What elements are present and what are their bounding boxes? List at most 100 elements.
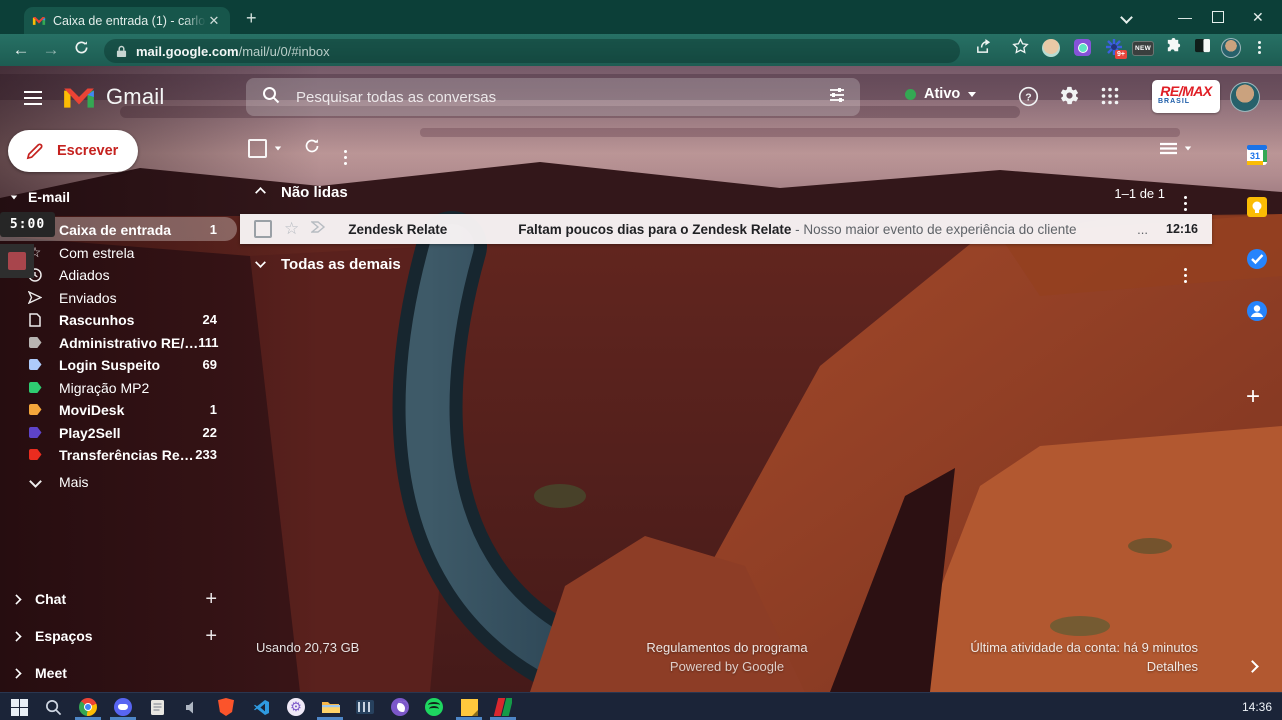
new-chat-button[interactable]: + (205, 588, 217, 611)
extension-new-icon[interactable]: NEW (1132, 41, 1155, 56)
sidebar-item-snoozed[interactable]: Adiados (0, 263, 237, 286)
volume-icon[interactable] (181, 696, 203, 718)
status-green-dot (905, 88, 916, 100)
email-section-header[interactable]: E-mail (10, 189, 70, 205)
side-panel-collapse-chevron-icon[interactable] (1246, 658, 1259, 676)
spaces-section[interactable]: Espaços + (0, 625, 237, 647)
chevron-down-icon (255, 257, 266, 268)
remax-logo-subtext: BRASIL (1158, 98, 1191, 105)
red-green-stripes-app-icon[interactable] (492, 696, 514, 718)
chat-label: Chat (35, 591, 67, 607)
side-panel-icon[interactable] (1194, 38, 1211, 53)
sidebar-item-label-administrativo[interactable]: Administrativo RE/… 111 (0, 331, 237, 354)
brave-icon[interactable] (215, 696, 237, 718)
tab-close-icon[interactable]: ✕ (206, 13, 222, 29)
tasks-icon[interactable] (1246, 248, 1268, 270)
settings-gear-icon[interactable] (1059, 85, 1080, 112)
moon-app-icon[interactable] (389, 696, 411, 718)
refresh-icon[interactable] (304, 138, 320, 159)
more-options-icon[interactable] (344, 140, 347, 158)
extensions-puzzle-icon[interactable] (1165, 38, 1182, 55)
settings-app-icon[interactable]: ⚙ (285, 696, 307, 718)
sidebar-item-label-play2sell[interactable]: Play2Sell 22 (0, 421, 237, 444)
sidebar-item-starred[interactable]: ☆ Com estrela (0, 241, 237, 264)
sidebar-item-more[interactable]: Mais (0, 470, 237, 493)
select-all-checkbox[interactable] (248, 139, 267, 158)
email-row[interactable]: ☆ Zendesk Relate Faltam poucos dias para… (240, 214, 1212, 244)
collapse-caret-icon (10, 195, 18, 199)
screen-recorder-stop-button[interactable] (0, 244, 34, 278)
sidebar-item-label-movidesk[interactable]: MoviDesk 1 (0, 398, 237, 421)
search-input[interactable] (294, 87, 828, 107)
chevron-up-icon (255, 187, 266, 198)
extension-camera-icon[interactable] (1074, 39, 1091, 56)
activity-details-link[interactable]: Detalhes (898, 659, 1198, 674)
chevron-right-icon (11, 667, 22, 679)
new-tab-button[interactable]: + (246, 8, 257, 29)
taskbar-search-icon[interactable] (42, 696, 64, 718)
sidebar-item-sent[interactable]: Enviados (0, 286, 237, 309)
spotify-icon[interactable] (423, 696, 445, 718)
windows-start-icon[interactable] (8, 696, 30, 718)
get-addons-plus-icon[interactable]: + (1246, 383, 1260, 411)
section-more-icon[interactable] (1184, 258, 1187, 276)
forward-button[interactable]: → (36, 40, 66, 60)
file-explorer-icon[interactable] (319, 696, 341, 718)
sidebar-item-label-login-suspeito[interactable]: Login Suspeito 69 (0, 353, 237, 376)
sidebar-item-drafts[interactable]: Rascunhos 24 (0, 308, 237, 331)
discord-icon[interactable] (112, 696, 134, 718)
window-restore-button[interactable] (1212, 0, 1224, 34)
extension-pinwheel-icon[interactable]: 9+ (1105, 38, 1127, 59)
status-chip[interactable]: Ativo (905, 86, 977, 102)
url-bar[interactable]: mail.google.com/mail/u/0/#inbox (104, 39, 960, 63)
sticky-notes-icon[interactable] (458, 696, 480, 718)
label-tag-icon (27, 425, 43, 441)
row-checkbox[interactable] (254, 220, 272, 238)
main-menu-hamburger-icon[interactable] (24, 87, 42, 109)
lock-icon (116, 45, 127, 57)
status-caret-icon (968, 91, 977, 97)
search-icon[interactable] (262, 86, 280, 109)
sidebar-item-label-transferencias[interactable]: Transferências Re… 233 (0, 443, 237, 466)
compose-label: Escrever (57, 143, 119, 159)
meet-section[interactable]: Meet (0, 662, 237, 684)
back-button[interactable]: ← (6, 40, 36, 60)
contacts-icon[interactable] (1246, 300, 1268, 322)
chevron-right-icon (11, 593, 22, 605)
google-apps-grid-icon[interactable] (1101, 87, 1119, 110)
browser-tab[interactable]: Caixa de entrada (1) - carlosborg ✕ (24, 7, 230, 34)
section-more-icon[interactable] (1184, 186, 1187, 204)
compose-button[interactable]: Escrever (8, 130, 138, 172)
chat-section[interactable]: Chat + (0, 588, 237, 610)
unread-section-header[interactable]: Não lidas (255, 184, 348, 201)
video-app-icon[interactable] (354, 696, 376, 718)
select-caret-icon[interactable] (274, 146, 282, 151)
calendar-icon[interactable]: 31 (1246, 144, 1268, 166)
row-star-icon[interactable]: ☆ (284, 219, 299, 239)
reload-button[interactable] (66, 40, 96, 60)
program-policies-link[interactable]: Regulamentos do programa (560, 640, 894, 655)
density-view-icon[interactable] (1160, 142, 1192, 155)
storage-usage-link[interactable]: Usando 20,73 GB (256, 640, 359, 655)
account-avatar[interactable] (1230, 82, 1260, 112)
help-icon[interactable]: ? (1018, 86, 1039, 112)
share-icon[interactable] (975, 38, 992, 55)
taskbar-clock[interactable]: 14:36 (1242, 700, 1272, 714)
search-options-icon[interactable] (828, 87, 846, 108)
search-bar[interactable] (246, 78, 860, 116)
window-menu-chevron-icon[interactable] (1120, 0, 1133, 34)
keep-icon[interactable] (1246, 196, 1268, 218)
chrome-icon[interactable] (77, 696, 99, 718)
window-close-button[interactable]: ✕ (1252, 0, 1264, 34)
window-minimize-button[interactable]: — (1178, 0, 1192, 34)
importance-marker-icon[interactable] (310, 220, 326, 238)
sidebar-item-label-migracao[interactable]: Migração MP2 (0, 376, 237, 399)
everything-else-header[interactable]: Todas as demais (255, 256, 401, 273)
bookmark-star-icon[interactable] (1012, 38, 1029, 55)
new-space-button[interactable]: + (205, 625, 217, 648)
vscode-icon[interactable] (250, 696, 272, 718)
notepad-icon[interactable] (146, 696, 168, 718)
browser-menu-icon[interactable] (1258, 41, 1261, 44)
extension-avatar-icon[interactable] (1042, 39, 1060, 57)
browser-profile-avatar[interactable] (1221, 38, 1241, 58)
